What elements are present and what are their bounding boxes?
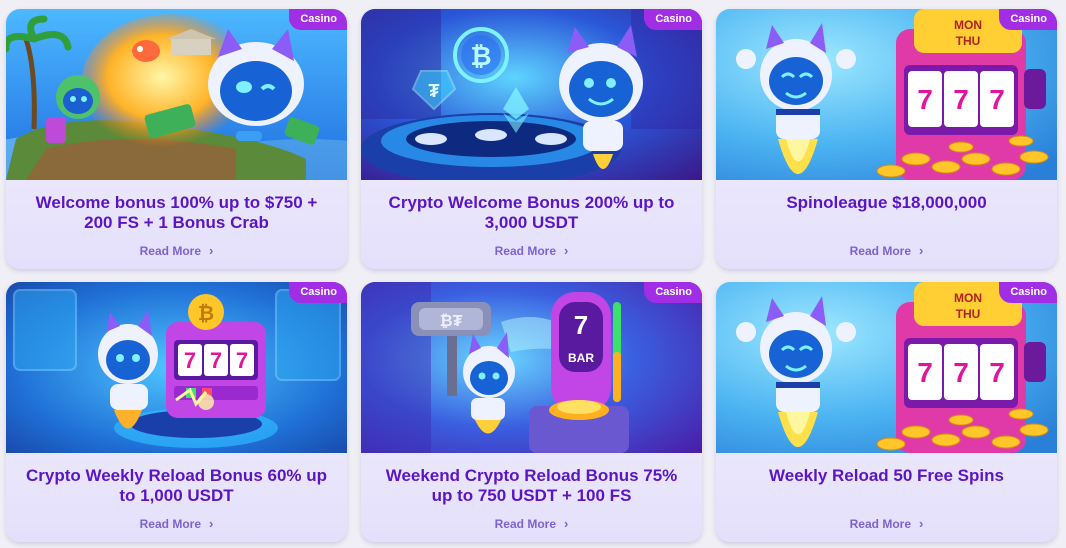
promo-image-lab-slot: 777 ₿ Casino <box>6 282 347 453</box>
promo-title: Spinoleague $18,000,000 <box>786 193 987 212</box>
chevron-right-icon: › <box>919 243 924 258</box>
sign-bottom-text: THU <box>956 34 981 48</box>
read-more-link[interactable]: Read More › <box>140 517 214 531</box>
promo-card[interactable]: MON THU 7 7 7 Casino Spinoleague $18,000… <box>716 9 1057 269</box>
category-badge: Casino <box>289 282 347 303</box>
read-more-link[interactable]: Read More › <box>495 244 569 258</box>
svg-text:₿₮: ₿₮ <box>440 312 463 330</box>
promo-image-island: Casino <box>6 9 347 180</box>
svg-text:7: 7 <box>184 348 196 373</box>
svg-text:₿: ₿ <box>198 303 214 325</box>
category-badge: Casino <box>644 282 702 303</box>
category-badge: Casino <box>999 282 1057 303</box>
svg-text:7: 7 <box>236 348 248 373</box>
sign-top-text: MON <box>954 291 982 305</box>
promo-title: Welcome bonus 100% up to $750 + 200 FS +… <box>35 193 318 232</box>
card-body: Spinoleague $18,000,000 Read More › <box>716 180 1057 269</box>
read-more-link[interactable]: Read More › <box>850 517 924 531</box>
svg-text:7: 7 <box>210 348 222 373</box>
chevron-right-icon: › <box>209 516 214 531</box>
read-more-label: Read More <box>139 244 201 258</box>
promo-card[interactable]: Casino Welcome bonus 100% up to $750 + 2… <box>6 9 347 269</box>
svg-text:₮: ₮ <box>429 81 440 101</box>
promo-image-slot-machine: MON THU 7 7 7 Casino <box>716 9 1057 180</box>
card-body: Welcome bonus 100% up to $750 + 200 FS +… <box>6 180 347 269</box>
reel-symbol: 7 <box>953 84 969 115</box>
read-more-label: Read More <box>494 244 556 258</box>
promo-card[interactable]: 777 MON THU Casino Weekly Reload 50 Free… <box>716 282 1057 542</box>
machine-label: BAR <box>568 351 594 365</box>
chevron-right-icon: › <box>209 243 214 258</box>
svg-text:7: 7 <box>917 357 933 388</box>
promo-title: Crypto Welcome Bonus 200% up to 3,000 US… <box>388 193 675 232</box>
category-badge: Casino <box>999 9 1057 30</box>
card-body: Weekend Crypto Reload Bonus 75% up to 75… <box>361 453 702 542</box>
promo-card[interactable]: ₿ ₮ Casino Crypto Welcome Bonus 200% up … <box>361 9 702 269</box>
read-more-label: Read More <box>849 244 911 258</box>
reel-symbol: 7 <box>917 84 933 115</box>
sign-top-text: MON <box>954 18 982 32</box>
reel-symbol: 7 <box>989 84 1005 115</box>
sign-bottom-text: THU <box>956 307 981 321</box>
promotions-grid: Casino Welcome bonus 100% up to $750 + 2… <box>6 9 1057 542</box>
svg-text:7: 7 <box>953 357 969 388</box>
promo-card[interactable]: 7 BAR ₿₮ Casino Weekend Crypto Reload Bo… <box>361 282 702 542</box>
promo-image-crypto: ₿ ₮ Casino <box>361 9 702 180</box>
card-body: Weekly Reload 50 Free Spins Read More › <box>716 453 1057 542</box>
promo-title: Crypto Weekly Reload Bonus 60% up to 1,0… <box>25 466 328 505</box>
chevron-right-icon: › <box>919 516 924 531</box>
read-more-label: Read More <box>494 517 556 531</box>
svg-text:₿: ₿ <box>470 41 491 71</box>
read-more-link[interactable]: Read More › <box>495 517 569 531</box>
card-body: Crypto Welcome Bonus 200% up to 3,000 US… <box>361 180 702 269</box>
machine-digit: 7 <box>574 310 588 340</box>
promo-title: Weekly Reload 50 Free Spins <box>769 466 1004 485</box>
card-body: Crypto Weekly Reload Bonus 60% up to 1,0… <box>6 453 347 542</box>
promo-title: Weekend Crypto Reload Bonus 75% up to 75… <box>385 466 678 505</box>
category-badge: Casino <box>644 9 702 30</box>
chevron-right-icon: › <box>564 516 569 531</box>
read-more-label: Read More <box>139 517 201 531</box>
promo-card[interactable]: 777 ₿ Casino Crypto Weekly Reload Bonus … <box>6 282 347 542</box>
read-more-link[interactable]: Read More › <box>140 244 214 258</box>
read-more-label: Read More <box>849 517 911 531</box>
promo-image-slot-machine: 777 MON THU Casino <box>716 282 1057 453</box>
chevron-right-icon: › <box>564 243 569 258</box>
promo-image-hammer: 7 BAR ₿₮ Casino <box>361 282 702 453</box>
read-more-link[interactable]: Read More › <box>850 244 924 258</box>
category-badge: Casino <box>289 9 347 30</box>
svg-text:7: 7 <box>989 357 1005 388</box>
